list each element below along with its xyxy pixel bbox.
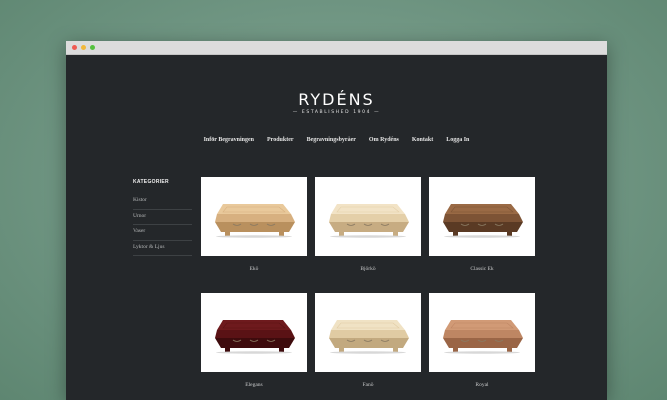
product-name[interactable]: Björkö bbox=[315, 266, 421, 272]
coffin-illustration bbox=[329, 203, 409, 238]
product-name[interactable]: Royal bbox=[429, 382, 535, 388]
logo-tagline: — ESTABLISHED 1904 — bbox=[292, 110, 381, 115]
minimize-window-icon[interactable] bbox=[81, 45, 86, 50]
nav-item-logga-in[interactable]: Logga In bbox=[446, 137, 469, 143]
product-image[interactable] bbox=[429, 177, 535, 256]
product-card[interactable]: Fanö bbox=[315, 293, 421, 400]
nav-item-infor-begravningen[interactable]: Inför Begravningen bbox=[204, 137, 254, 143]
product-image[interactable] bbox=[201, 293, 307, 372]
sidebar-heading: KATEGORIER bbox=[133, 179, 169, 185]
logo-wordmark: RYDÉNS bbox=[298, 90, 375, 109]
product-card[interactable]: Royal bbox=[429, 293, 535, 400]
product-name[interactable]: Elegans bbox=[201, 382, 307, 388]
browser-window: RYDÉNS — ESTABLISHED 1904 — Inför Begrav… bbox=[66, 41, 607, 400]
product-image[interactable] bbox=[201, 177, 307, 256]
product-grid: Ekö Björkö Classic Ek Elegans Fanö Royal bbox=[201, 177, 535, 400]
nav-item-produkter[interactable]: Produkter bbox=[267, 137, 294, 143]
product-card[interactable]: Elegans bbox=[201, 293, 307, 400]
product-image[interactable] bbox=[429, 293, 535, 372]
maximize-window-icon[interactable] bbox=[90, 45, 95, 50]
browser-titlebar bbox=[66, 41, 607, 55]
sidebar-item-urnor[interactable]: Urnor bbox=[133, 210, 192, 225]
close-window-icon[interactable] bbox=[72, 45, 77, 50]
coffin-illustration bbox=[443, 319, 523, 354]
category-sidebar: KATEGORIER Kistor Urnor Vaser Lyktor & L… bbox=[133, 179, 192, 256]
sidebar-item-lyktor-ljus[interactable]: Lyktor & Ljus bbox=[133, 241, 192, 256]
product-name[interactable]: Classic Ek bbox=[429, 266, 535, 272]
nav-item-om-rydens[interactable]: Om Rydéns bbox=[369, 137, 399, 143]
nav-item-kontakt[interactable]: Kontakt bbox=[412, 137, 433, 143]
main-navigation: Inför Begravningen Produkter Begravnings… bbox=[66, 137, 607, 143]
site-logo[interactable]: RYDÉNS — ESTABLISHED 1904 — bbox=[66, 90, 607, 116]
product-card[interactable]: Classic Ek bbox=[429, 177, 535, 293]
nav-item-begravningsbyraer[interactable]: Begravningsbyråer bbox=[307, 137, 356, 143]
product-image[interactable] bbox=[315, 293, 421, 372]
coffin-illustration bbox=[215, 319, 295, 354]
sidebar-item-vaser[interactable]: Vaser bbox=[133, 225, 192, 241]
product-name[interactable]: Fanö bbox=[315, 382, 421, 388]
product-name[interactable]: Ekö bbox=[201, 266, 307, 272]
product-image[interactable] bbox=[315, 177, 421, 256]
coffin-illustration bbox=[443, 203, 523, 238]
product-card[interactable]: Ekö bbox=[201, 177, 307, 293]
product-card[interactable]: Björkö bbox=[315, 177, 421, 293]
sidebar-item-kistor[interactable]: Kistor bbox=[133, 194, 192, 210]
coffin-illustration bbox=[329, 319, 409, 354]
coffin-illustration bbox=[215, 203, 295, 238]
